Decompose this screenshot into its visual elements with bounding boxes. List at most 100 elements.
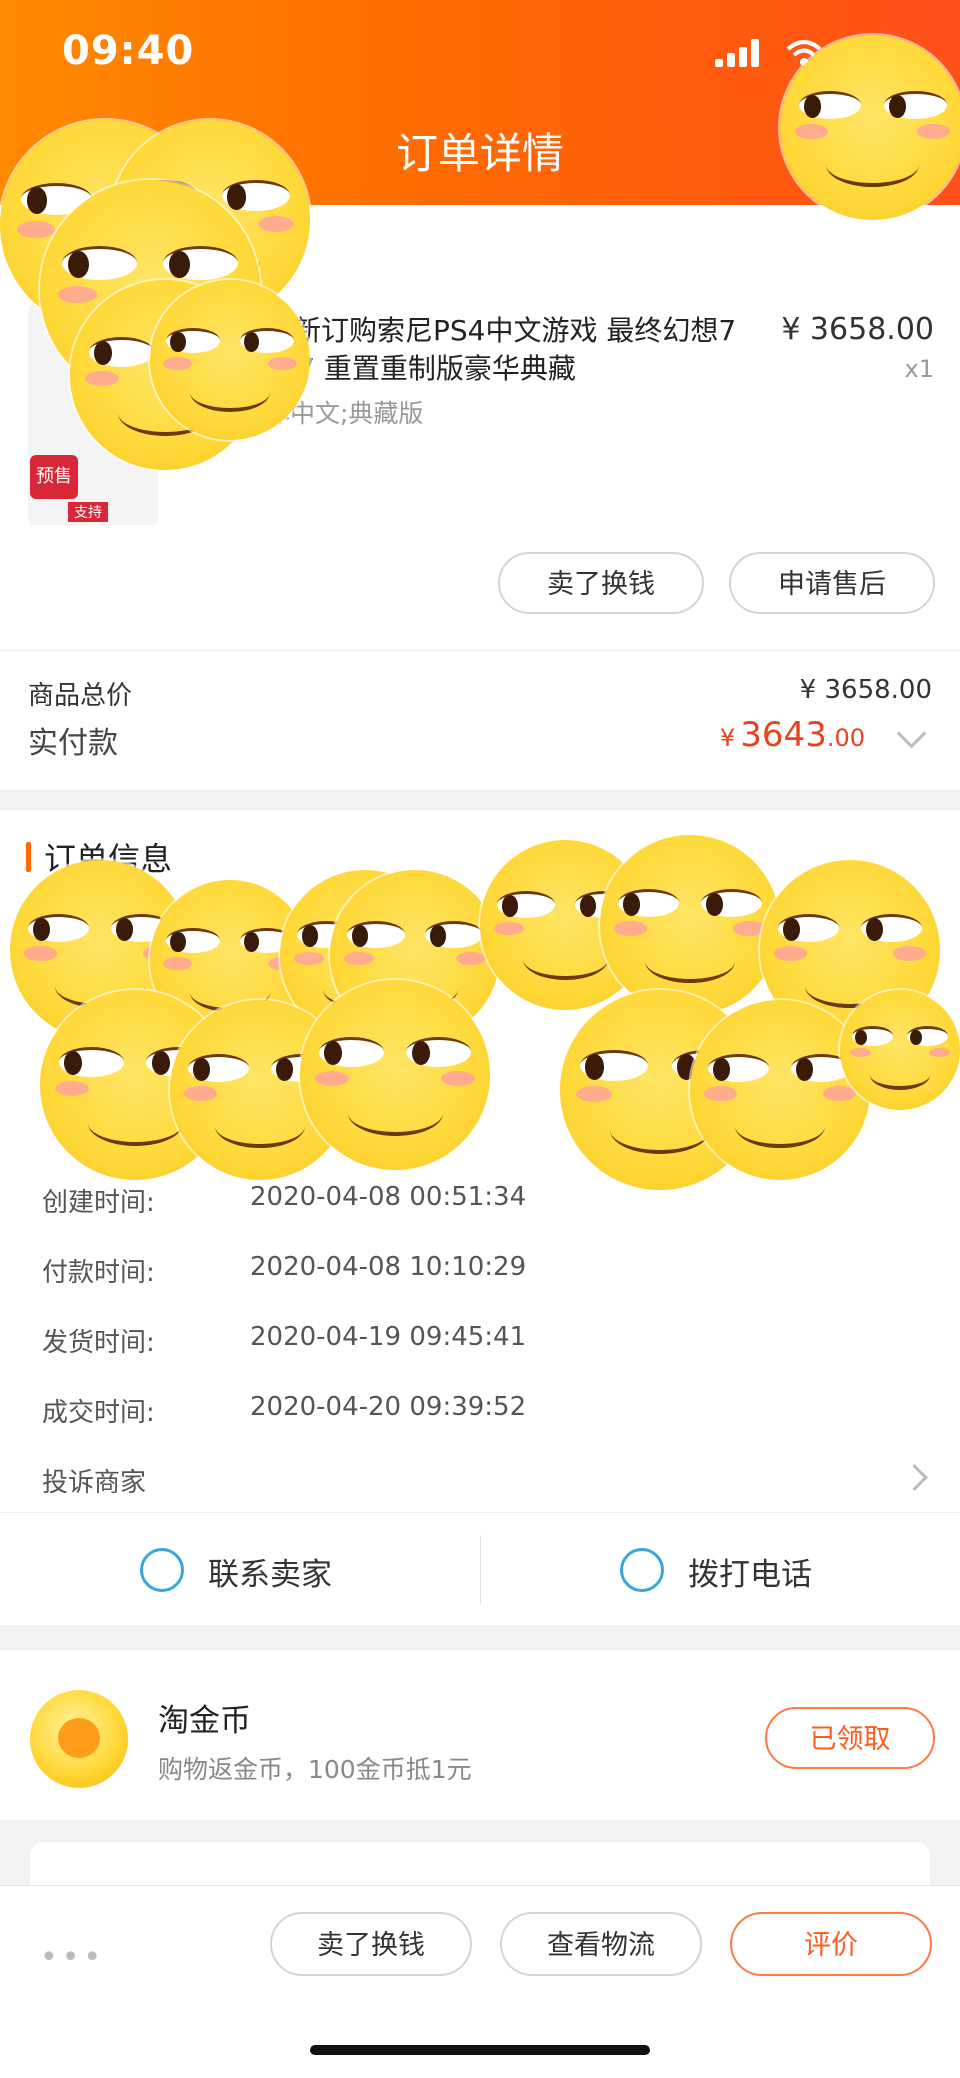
cheek-part	[704, 1086, 737, 1101]
cheek-part	[823, 1086, 856, 1101]
smirk-face-sticker-icon	[600, 835, 780, 1015]
eye-part	[28, 914, 90, 943]
signal-icon	[714, 38, 763, 67]
badge-sub: 支持	[68, 502, 108, 522]
eye-part	[347, 921, 405, 948]
eye-part	[239, 328, 294, 354]
eye-part	[860, 914, 922, 943]
smirk-face-sticker-icon	[840, 990, 960, 1110]
mouth-part	[347, 1090, 443, 1136]
paid-integer: 3643	[740, 715, 827, 755]
cheek-part	[849, 1047, 872, 1058]
eye-part	[907, 1026, 948, 1046]
cheek-part	[268, 356, 298, 370]
view-logistics-button[interactable]: 查看物流	[500, 1912, 702, 1976]
smirk-face-sticker-icon	[150, 280, 310, 440]
smirk-face-sticker-icon	[690, 1000, 870, 1180]
cheek-part	[576, 1086, 612, 1102]
cheek-part	[315, 1071, 350, 1087]
eye-part	[618, 889, 680, 918]
mouth-part	[215, 1104, 305, 1148]
cheek-part	[928, 1047, 951, 1058]
cheek-part	[614, 921, 647, 936]
eye-part	[778, 914, 840, 943]
eye-part	[497, 891, 555, 918]
created-time-value: 2020-04-08 00:51:34	[250, 1182, 527, 1212]
paid-time-value: 2020-04-08 10:10:29	[250, 1252, 527, 1282]
cheek-part	[794, 123, 829, 139]
coins-title: 淘金币	[158, 1703, 251, 1739]
cheek-part	[293, 951, 325, 966]
cheek-part	[258, 216, 294, 232]
eye-part	[166, 928, 221, 954]
eye-part	[883, 90, 947, 120]
eye-part	[319, 1037, 384, 1067]
eye-part	[798, 90, 862, 120]
cheek-part	[57, 285, 98, 304]
home-indicator	[310, 2045, 650, 2055]
cheek-part	[24, 946, 57, 961]
total-value: ¥ 3658.00	[799, 675, 932, 705]
paid-time-label: 付款时间:	[42, 1258, 155, 1288]
shipped-time-label: 发货时间:	[42, 1328, 155, 1358]
eye-part	[166, 328, 221, 354]
eye-part	[222, 180, 290, 211]
coins-desc: 购物返金币，100金币抵1元	[158, 1755, 472, 1784]
paid-label: 实付款	[28, 726, 118, 761]
mouth-part	[826, 142, 919, 187]
claimed-button[interactable]: 已领取	[765, 1707, 935, 1769]
cheek-part	[343, 951, 375, 966]
eye-part	[406, 1037, 471, 1067]
eye-part	[59, 1047, 124, 1077]
chat-icon	[140, 1548, 184, 1592]
call-phone-label: 拨打电话	[688, 1557, 812, 1593]
cheek-part	[774, 946, 807, 961]
coin-mascot-icon	[58, 1718, 100, 1758]
cheek-part	[55, 1081, 90, 1097]
eye-part	[700, 889, 762, 918]
eye-part	[580, 1050, 648, 1081]
review-button[interactable]: 评价	[730, 1912, 932, 1976]
mouth-part	[522, 939, 608, 980]
product-price: ¥ 3658.00	[781, 312, 934, 347]
mouth-part	[87, 1100, 183, 1146]
cheek-part	[493, 921, 525, 936]
cheek-part	[440, 1071, 475, 1087]
mouth-part	[190, 373, 270, 412]
more-options-icon[interactable]: •••	[40, 1940, 105, 1975]
smirk-face-sticker-icon	[300, 980, 490, 1170]
deal-time-label: 成交时间:	[42, 1398, 155, 1428]
contact-seller-label: 联系卖家	[208, 1557, 332, 1593]
cheek-part	[162, 956, 192, 970]
total-label: 商品总价	[28, 681, 133, 711]
cheek-part	[184, 1086, 217, 1101]
paid-currency: ¥	[719, 724, 736, 752]
bottom-sell-button[interactable]: 卖了换钱	[270, 1912, 472, 1976]
smirk-face-sticker-icon	[780, 35, 960, 220]
cheek-part	[85, 371, 120, 387]
product-qty: x1	[904, 355, 934, 383]
mouth-part	[645, 939, 735, 983]
eye-part	[163, 246, 238, 280]
cheek-part	[893, 946, 926, 961]
divider	[0, 1512, 960, 1513]
paid-decimal: .00	[826, 724, 865, 752]
eye-part	[89, 337, 154, 367]
mouth-part	[735, 1104, 825, 1148]
cheek-part	[16, 220, 55, 238]
call-phone-button[interactable]: 拨打电话	[620, 1545, 880, 1595]
complaint-link[interactable]: 投诉商家	[42, 1462, 146, 1499]
product-title[interactable]: 全新订购索尼PS4中文游戏 最终幻想7 FF7 重置重制版豪华典藏	[265, 312, 745, 388]
cheek-part	[162, 356, 192, 370]
paid-amount: ¥ 3643.00	[720, 715, 865, 755]
deal-time-value: 2020-04-20 09:39:52	[250, 1392, 527, 1422]
sell-button[interactable]: 卖了换钱	[498, 552, 704, 614]
presale-badge: 预售	[30, 455, 78, 499]
contact-seller-button[interactable]: 联系卖家	[140, 1545, 400, 1595]
eye-part	[188, 1054, 250, 1083]
after-sale-button[interactable]: 申请售后	[729, 552, 935, 614]
contact-separator	[480, 1535, 481, 1605]
eye-part	[62, 246, 137, 280]
cheek-part	[455, 951, 487, 966]
divider	[0, 650, 960, 651]
